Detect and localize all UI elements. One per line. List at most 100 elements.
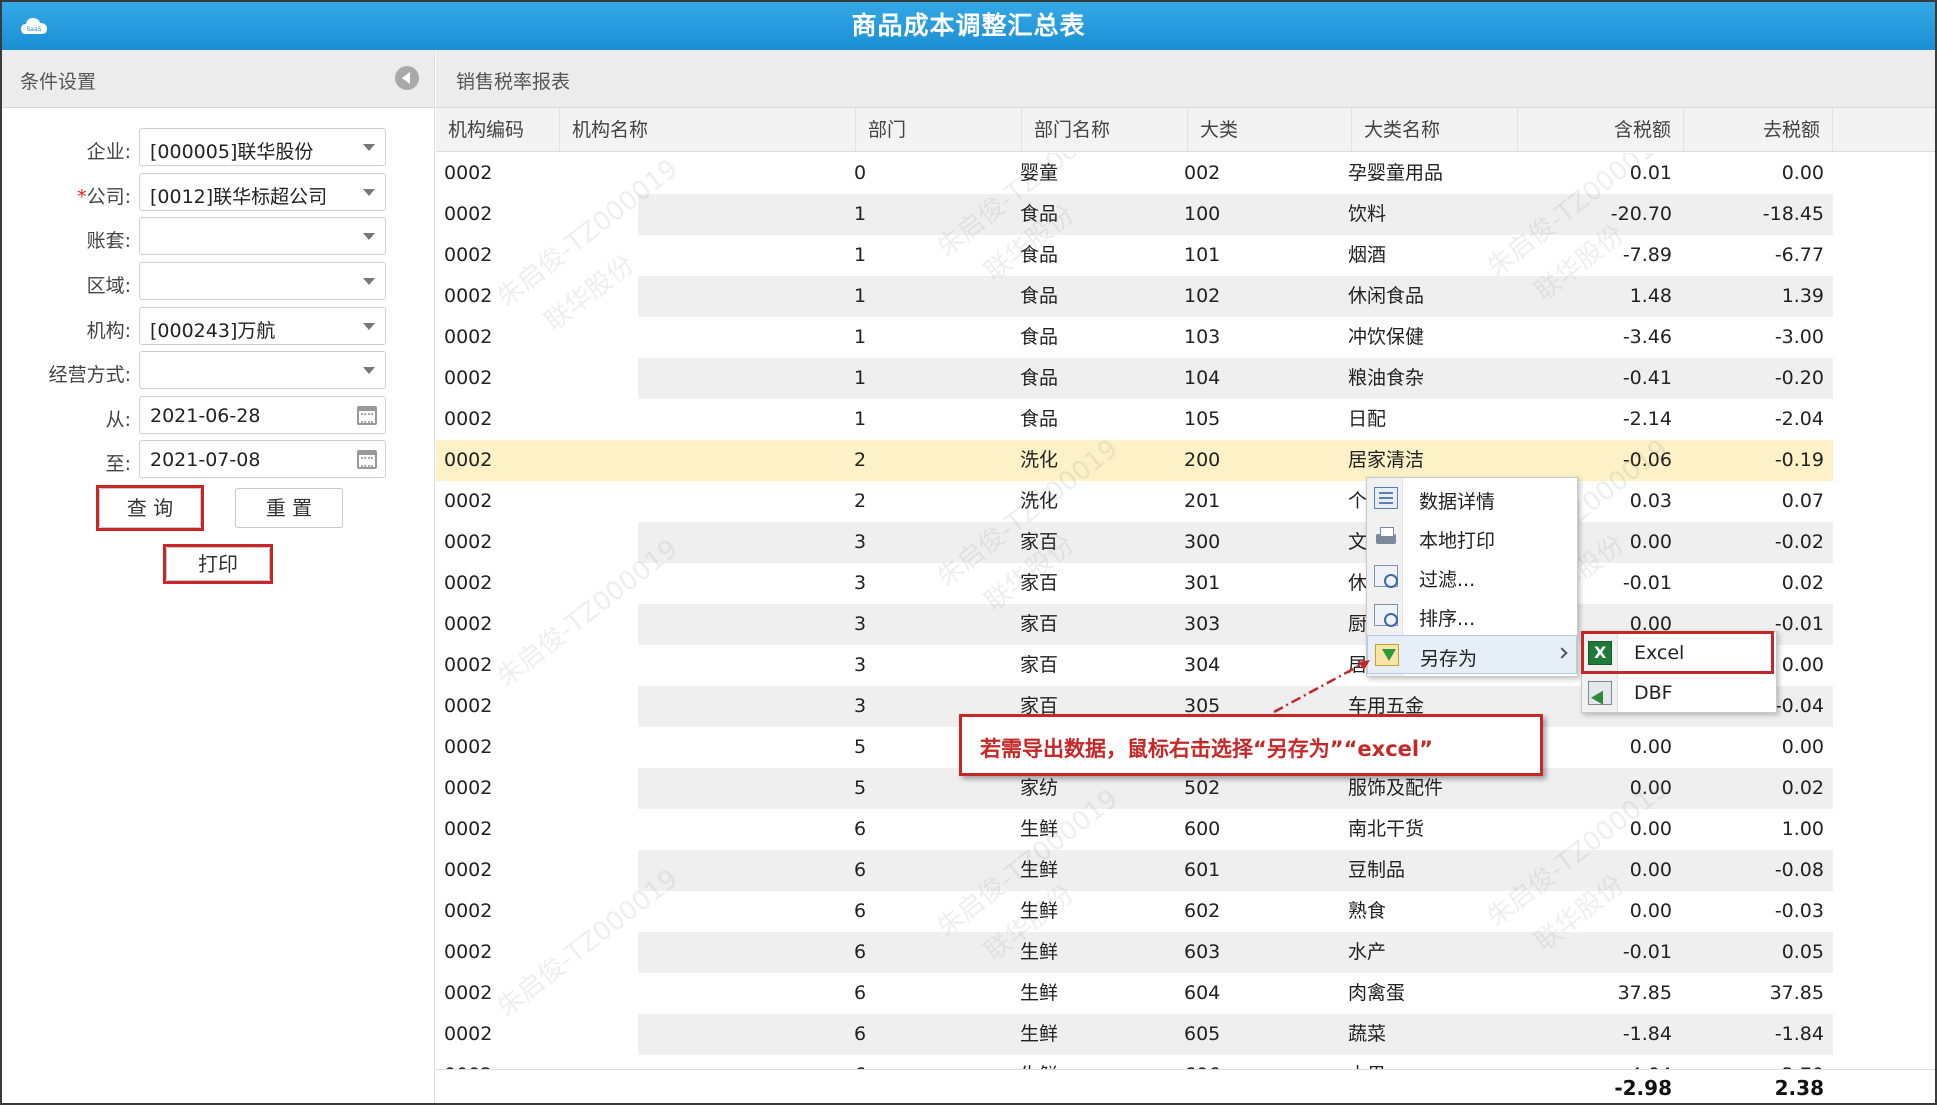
chevron-down-icon[interactable]: [363, 233, 375, 240]
cell-org-name: [572, 358, 842, 399]
cell-dept-name: 生鲜: [1020, 1023, 1059, 1045]
menu-item-data-detail[interactable]: 数据详情: [1367, 479, 1577, 518]
table-row[interactable]: 0002 1 食品 102 休闲食品 1.48 1.39: [436, 276, 1833, 317]
enterprise-label: 企业:: [86, 141, 131, 163]
col-header-org-name[interactable]: 机构名称: [560, 108, 856, 152]
cell-category-name: 熟食: [1348, 900, 1387, 922]
cell-dept: 3: [854, 654, 867, 676]
cell-org-name: [572, 645, 842, 686]
cell-tax-incl: -3.46: [1622, 326, 1672, 348]
cell-dept-name: 家百: [1020, 572, 1059, 594]
calendar-icon[interactable]: [357, 406, 377, 425]
cell-org-code: 0002: [444, 1055, 500, 1069]
table-row[interactable]: 0002 1 食品 105 日配 -2.14 -2.04: [436, 399, 1833, 440]
cell-tax-incl: -20.70: [1610, 203, 1672, 225]
table-row[interactable]: 0002 1 食品 104 粮油食杂 -0.41 -0.20: [436, 358, 1833, 399]
table-row[interactable]: 0002 6 生鲜 604 肉禽蛋 37.85 37.85: [436, 973, 1833, 1014]
cell-org-code: 0002: [444, 695, 493, 717]
table-row[interactable]: 0002 6 生鲜 600 南北干货 0.00 1.00: [436, 809, 1833, 850]
collapse-panel-icon[interactable]: [395, 66, 419, 90]
cell-org-code: 0002: [444, 449, 493, 471]
menu-item-sort[interactable]: 排序...: [1367, 596, 1577, 635]
col-header-category-name[interactable]: 大类名称: [1352, 108, 1518, 152]
table-row[interactable]: 0002 6 生鲜 606 水果 4.04 3.70: [436, 1055, 1833, 1069]
cell-category: 603: [1184, 941, 1221, 963]
cell-dept: 2: [854, 449, 867, 471]
chevron-down-icon[interactable]: [363, 323, 375, 330]
col-header-category[interactable]: 大类: [1188, 108, 1352, 152]
menu-item-filter[interactable]: 过滤...: [1367, 557, 1577, 596]
col-header-tax-excl[interactable]: 去税额: [1684, 108, 1833, 152]
enterprise-select[interactable]: [000005]联华股份: [139, 128, 386, 166]
table-row[interactable]: 0002 0 婴童 002 孕婴童用品 0.01 0.00: [436, 153, 1833, 194]
save-as-icon: [1375, 644, 1399, 666]
cell-category: 303: [1184, 613, 1221, 635]
date-to-input[interactable]: 2021-07-08: [139, 440, 386, 478]
chevron-down-icon[interactable]: [363, 189, 375, 196]
cell-category: 103: [1184, 326, 1221, 348]
report-tab-bar: 销售税率报表: [436, 50, 1935, 108]
cell-dept: 6: [854, 941, 867, 963]
date-to-value: 2021-07-08: [150, 449, 261, 471]
cell-category-name: 日配: [1348, 408, 1387, 430]
date-from-input[interactable]: 2021-06-28: [139, 396, 386, 434]
table-row[interactable]: 0002 1 食品 103 冲饮保健 -3.46 -3.00: [436, 317, 1833, 358]
cell-org-code: 0002: [444, 572, 493, 594]
col-header-dept[interactable]: 部门: [856, 108, 1022, 152]
chevron-down-icon[interactable]: [363, 367, 375, 374]
cell-org-code: 0002: [444, 162, 493, 184]
table-row[interactable]: 0002 2 洗化 201 个 0.03 0.07: [436, 481, 1833, 522]
cell-dept: 1: [854, 367, 867, 389]
date-to-label: 至:: [105, 453, 131, 475]
company-select[interactable]: [0012]联华标超公司: [139, 173, 386, 211]
chevron-down-icon[interactable]: [363, 278, 375, 285]
reset-button[interactable]: 重 置: [235, 488, 343, 528]
cell-tax-excl: 0.00: [1781, 162, 1824, 184]
cell-dept: 6: [854, 1055, 1004, 1069]
cell-dept-name: 洗化: [1020, 490, 1059, 512]
submenu-item-dbf[interactable]: DBF: [1582, 673, 1776, 713]
cell-dept-name: 家百: [1020, 613, 1059, 635]
cell-tax-excl: -6.77: [1774, 244, 1824, 266]
field-region: 区域:: [2, 262, 435, 302]
menu-item-save-as[interactable]: 另存为: [1367, 635, 1577, 674]
cell-tax-excl: 0.02: [1781, 777, 1824, 799]
table-row[interactable]: 0002 6 生鲜 605 蔬菜 -1.84 -1.84: [436, 1014, 1833, 1055]
instruction-callout: 若需导出数据，鼠标右击选择“另存为”“excel”: [959, 714, 1543, 776]
table-row[interactable]: 0002 6 生鲜 601 豆制品 0.00 -0.08: [436, 850, 1833, 891]
cell-dept: 1: [854, 203, 867, 225]
table-row-selected[interactable]: 0002 2 洗化 200 居家清洁 -0.06 -0.19: [436, 440, 1833, 481]
cell-tax-excl: -18.45: [1762, 203, 1824, 225]
chevron-down-icon[interactable]: [363, 144, 375, 151]
cell-tax-excl: -0.08: [1774, 859, 1824, 881]
cell-category: 301: [1184, 572, 1221, 594]
table-row[interactable]: 0002 1 食品 101 烟酒 -7.89 -6.77: [436, 235, 1833, 276]
cell-org-code: 0002: [444, 1023, 493, 1045]
cell-category-name: 孕婴童用品: [1348, 162, 1444, 184]
col-header-org-code[interactable]: 机构编码: [436, 108, 560, 152]
operation-mode-select[interactable]: [139, 351, 386, 389]
account-set-select[interactable]: [139, 217, 386, 255]
table-row[interactable]: 0002 6 生鲜 602 熟食 0.00 -0.03: [436, 891, 1833, 932]
condition-panel-header: 条件设置: [2, 50, 434, 108]
table-row[interactable]: 0002 3 家百 300 文 0.00 -0.02: [436, 522, 1833, 563]
cell-tax-excl: 0.05: [1781, 941, 1824, 963]
cell-tax-incl: 0.00: [1629, 900, 1672, 922]
cell-tax-excl: 1.39: [1781, 285, 1824, 307]
menu-item-local-print[interactable]: 本地打印: [1367, 518, 1577, 557]
table-row[interactable]: 0002 3 家百 301 休 -0.01 0.02: [436, 563, 1833, 604]
cell-category-name: 居家清洁: [1348, 449, 1425, 471]
col-header-tax-incl[interactable]: 含税额: [1518, 108, 1684, 152]
col-header-dept-name[interactable]: 部门名称: [1022, 108, 1188, 152]
dbf-icon: [1588, 681, 1612, 705]
cell-org-name: [572, 973, 842, 1014]
calendar-icon[interactable]: [357, 450, 377, 469]
table-row[interactable]: 0002 6 生鲜 603 水产 -0.01 0.05: [436, 932, 1833, 973]
report-tab[interactable]: 销售税率报表: [456, 67, 570, 94]
cell-org-code: 0002: [444, 736, 493, 758]
region-select[interactable]: [139, 262, 386, 300]
organization-select[interactable]: [000243]万航: [139, 307, 386, 345]
table-row[interactable]: 0002 1 食品 100 饮料 -20.70 -18.45: [436, 194, 1833, 235]
cell-dept: 6: [854, 900, 867, 922]
sort-icon: [1374, 604, 1398, 627]
